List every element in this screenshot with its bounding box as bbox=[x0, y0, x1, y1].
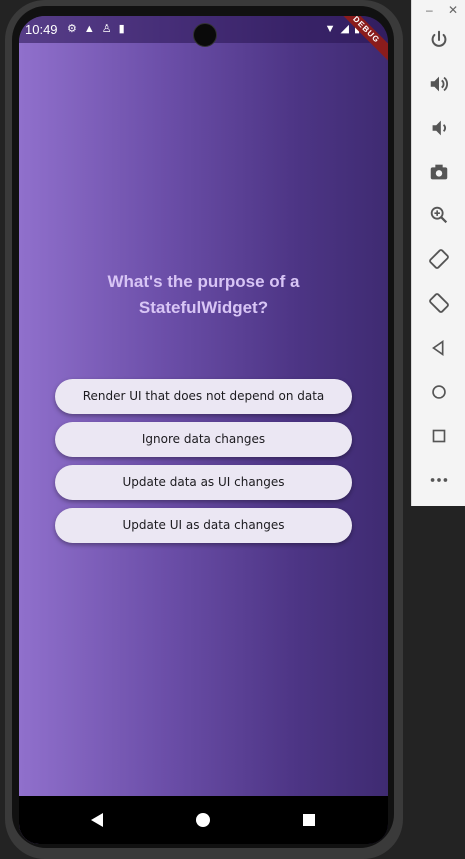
signal-icon: ◢ bbox=[340, 23, 349, 35]
question-text: What's the purpose of a StatefulWidget? bbox=[107, 272, 300, 317]
answer-button-3[interactable]: Update data as UI changes bbox=[55, 465, 352, 500]
answer-button-4[interactable]: Update UI as data changes bbox=[55, 508, 352, 543]
front-camera bbox=[193, 23, 217, 47]
camera-icon[interactable] bbox=[426, 159, 452, 185]
status-icons-left: ⚙ ▲ ♙ ▮ bbox=[67, 22, 125, 36]
emulator-toolbar: – ✕ bbox=[411, 0, 465, 506]
nav-back-icon[interactable] bbox=[87, 810, 107, 830]
status-time: 10:49 bbox=[25, 22, 58, 37]
volume-up-icon[interactable] bbox=[426, 71, 452, 97]
answer-button-2[interactable]: Ignore data changes bbox=[55, 422, 352, 457]
sd-card-icon: ▮ bbox=[118, 23, 125, 35]
nav-home-icon[interactable] bbox=[193, 810, 213, 830]
home-icon[interactable] bbox=[426, 379, 452, 405]
power-icon[interactable] bbox=[426, 27, 452, 53]
settings-icon: ⚙ bbox=[67, 23, 77, 35]
font-icon: ▲ bbox=[83, 23, 95, 35]
volume-down-icon[interactable] bbox=[426, 115, 452, 141]
phone-frame: 10:49 ⚙ ▲ ♙ ▮ ▼ ◢ ▮ DEBUG What's t bbox=[5, 0, 403, 859]
minimize-icon[interactable]: – bbox=[426, 2, 433, 18]
accessibility-icon: ♙ bbox=[101, 23, 112, 35]
phone-bezel: 10:49 ⚙ ▲ ♙ ▮ ▼ ◢ ▮ DEBUG What's t bbox=[12, 6, 394, 848]
more-icon[interactable] bbox=[426, 467, 452, 493]
navigation-bar bbox=[19, 796, 388, 844]
answer-list: Render UI that does not depend on data I… bbox=[55, 379, 352, 551]
close-icon[interactable]: ✕ bbox=[448, 2, 458, 18]
overview-icon[interactable] bbox=[426, 423, 452, 449]
zoom-icon[interactable] bbox=[426, 202, 452, 228]
app-screen: 10:49 ⚙ ▲ ♙ ▮ ▼ ◢ ▮ DEBUG What's t bbox=[19, 16, 388, 844]
rotate-left-icon[interactable] bbox=[426, 246, 452, 272]
wifi-icon: ▼ bbox=[324, 23, 336, 35]
window-controls: – ✕ bbox=[412, 2, 465, 18]
back-icon[interactable] bbox=[426, 335, 452, 361]
answer-button-1[interactable]: Render UI that does not depend on data bbox=[55, 379, 352, 414]
nav-recents-icon[interactable] bbox=[299, 810, 319, 830]
rotate-right-icon[interactable] bbox=[426, 290, 452, 316]
emulator-window: 10:49 ⚙ ▲ ♙ ▮ ▼ ◢ ▮ DEBUG What's t bbox=[0, 0, 465, 859]
